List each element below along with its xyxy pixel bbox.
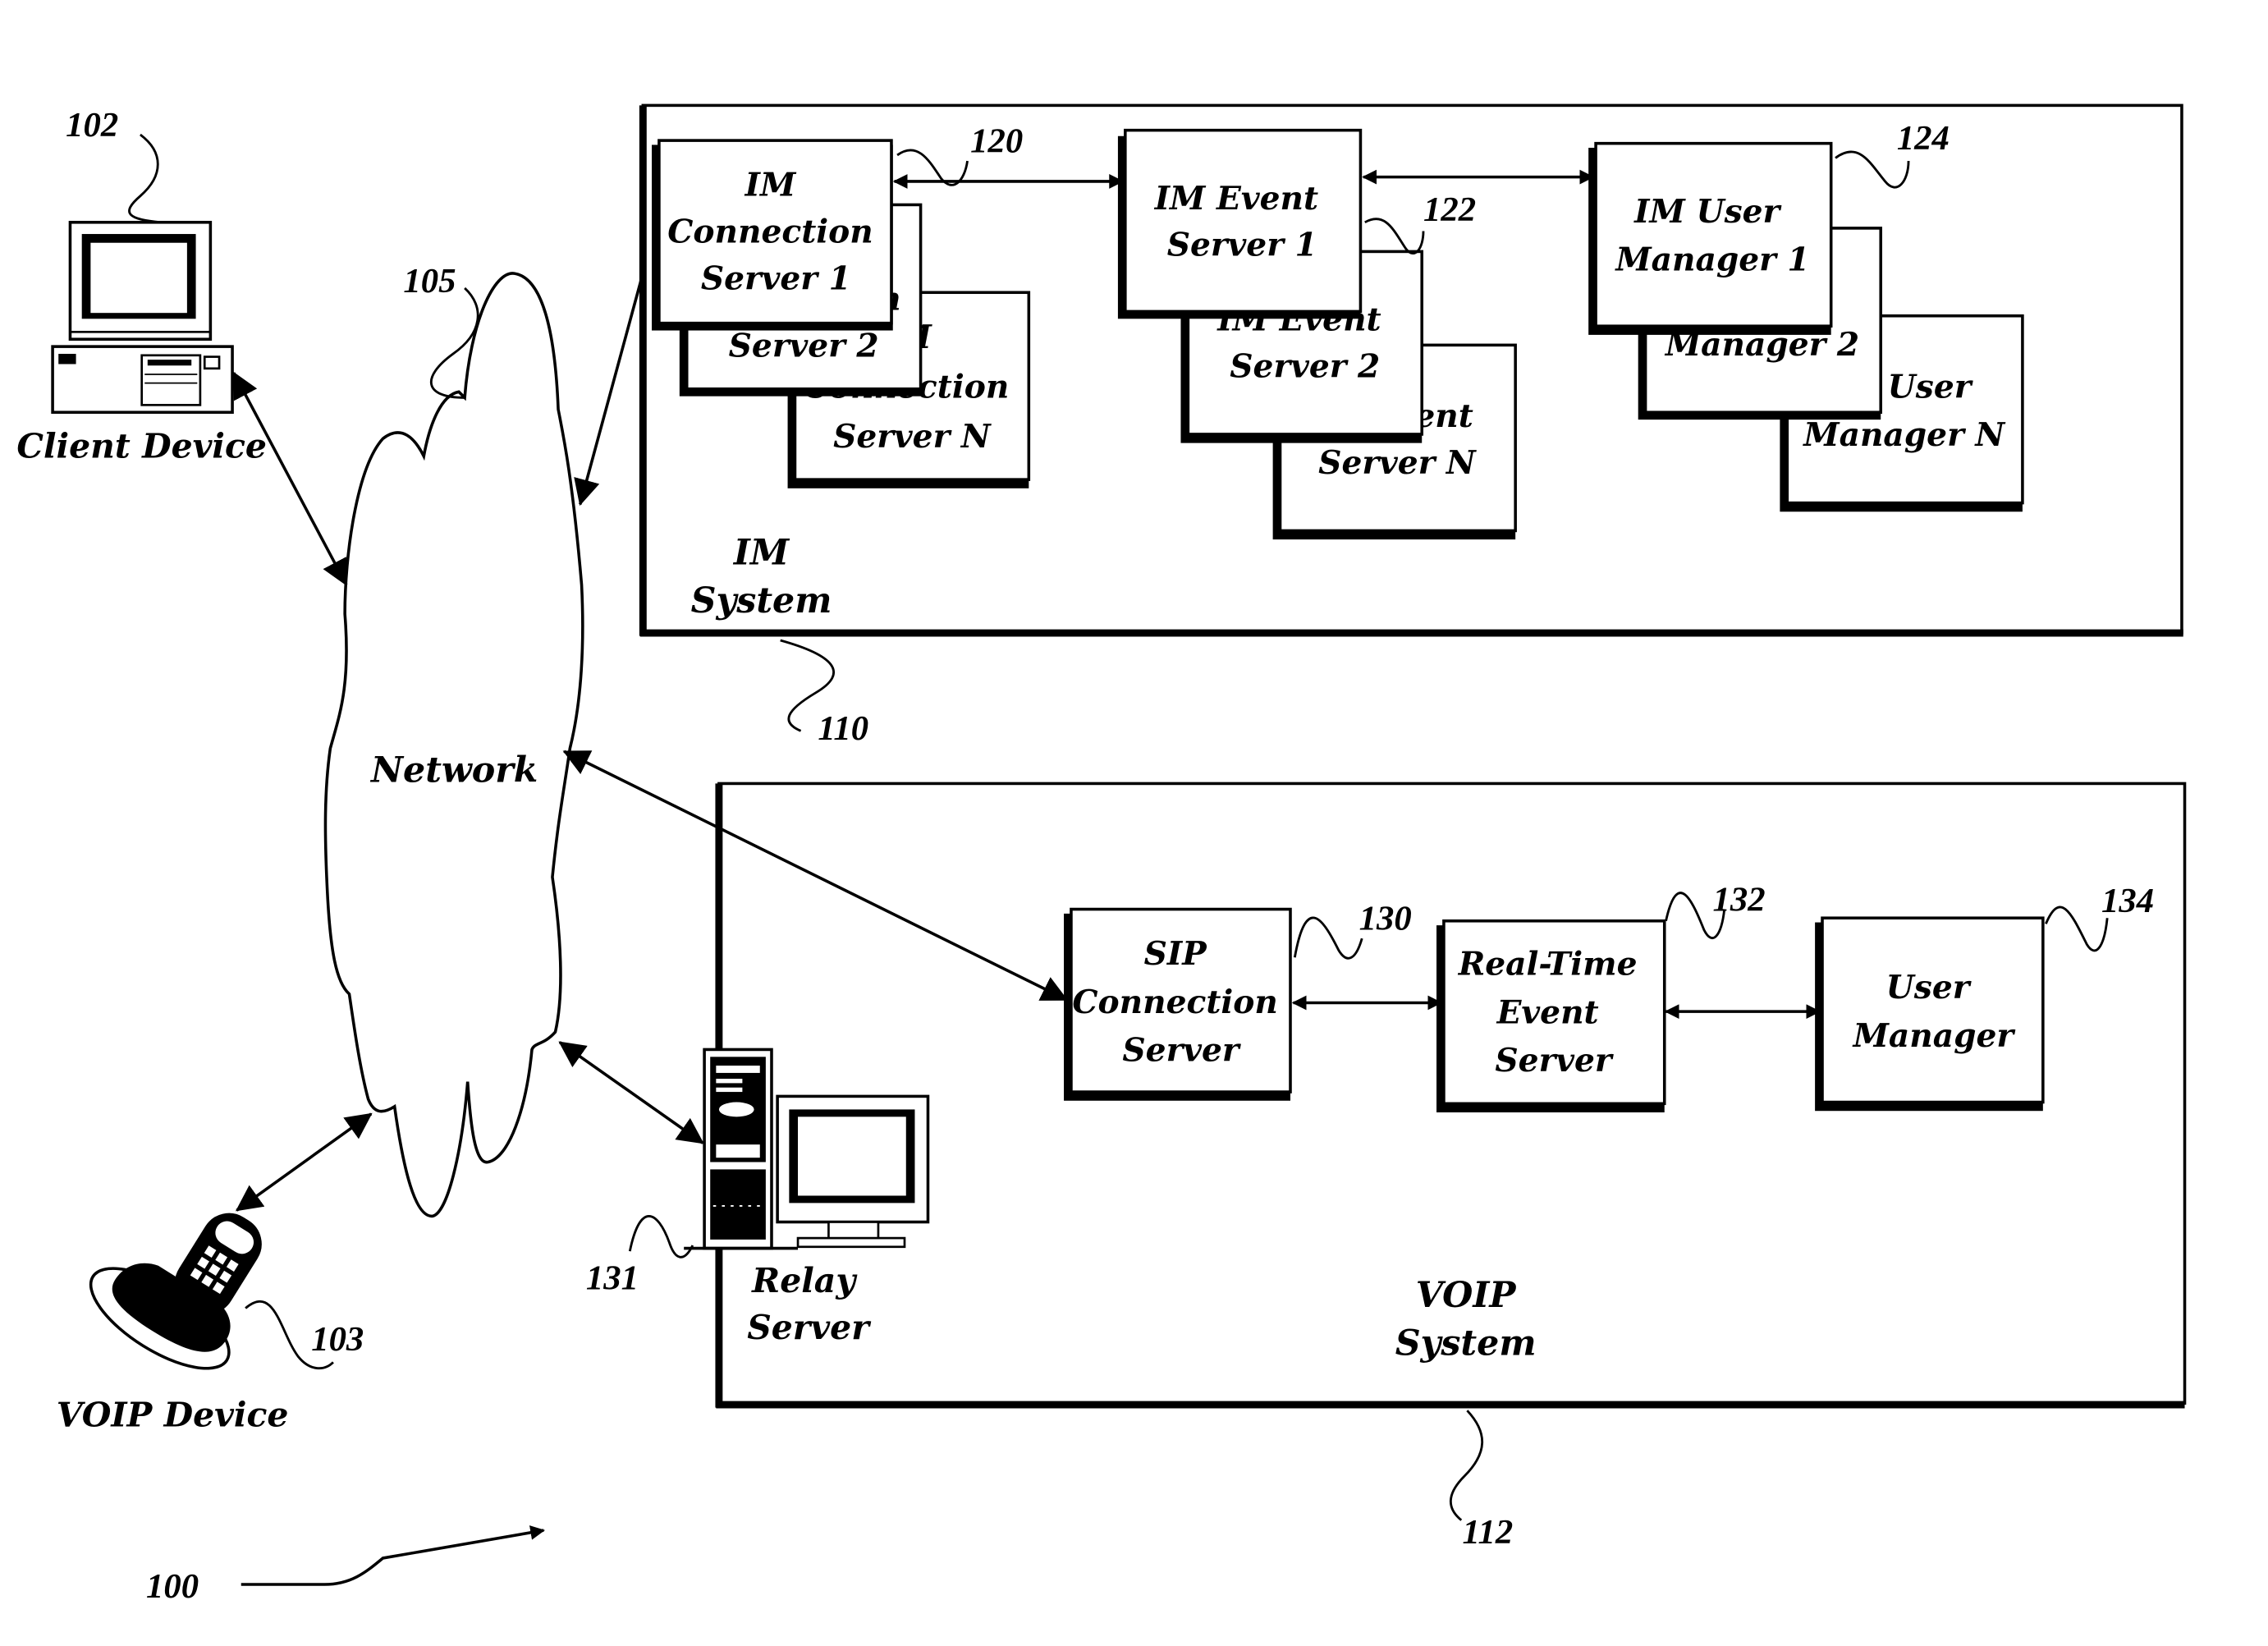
- network-label: Network: [369, 750, 538, 791]
- client-ref-leader: [128, 133, 161, 224]
- relay-server-label-1: Relay: [751, 1261, 858, 1300]
- network-relay-link: [558, 1041, 704, 1144]
- voip-system-ref: 112: [1462, 1513, 1513, 1552]
- im-connection-ref: 120: [970, 122, 1023, 160]
- relay-server-ref: 131: [586, 1259, 639, 1297]
- user-manager-line1: User: [1886, 969, 1972, 1006]
- im-user-manager-1-line2: Manager 1: [1614, 241, 1809, 279]
- network-im-link: [574, 267, 646, 507]
- voip-system-ref-leader: [1449, 1410, 1484, 1521]
- im-connection-server-n-line3: Server N: [833, 418, 992, 456]
- figure-ref: 100: [146, 1567, 199, 1606]
- im-connection-server-1[interactable]: IM Connection Server 1: [652, 139, 893, 331]
- voip-network-link: [235, 1112, 373, 1212]
- figure-ref-arrow: [241, 1525, 546, 1586]
- sip-server-line3: Server: [1122, 1032, 1240, 1070]
- event-server-line1: Real-Time: [1458, 946, 1638, 983]
- figure-reference: 100: [146, 1525, 546, 1606]
- im-connection-server-1-line3: Server 1: [701, 260, 851, 298]
- im-event-server-2-line2: Server 2: [1230, 348, 1380, 386]
- mobile-phone-icon: [89, 1213, 262, 1370]
- im-connection-server-1-line1: IM: [745, 167, 797, 204]
- im-user-manager-1-line1: IM User: [1633, 193, 1781, 231]
- voip-device-ref: 103: [311, 1320, 364, 1359]
- client-network-link: [232, 371, 348, 586]
- event-server-line2: Event: [1496, 993, 1599, 1031]
- relay-server-label-2: Server: [747, 1308, 872, 1347]
- relay-ref-leader: [628, 1215, 694, 1259]
- user-manager-line2: Manager: [1852, 1017, 2016, 1055]
- im-system-ref: 110: [818, 709, 868, 748]
- client-device-ref: 102: [66, 106, 118, 144]
- im-connection-server-1-line2: Connection: [667, 213, 873, 251]
- network-ref: 105: [403, 262, 456, 300]
- client-device-label: Client Device: [16, 426, 267, 465]
- sip-server-ref: 130: [1359, 899, 1412, 938]
- event-server-line3: Server: [1495, 1042, 1613, 1080]
- voip-system: VOIP System 112 SIP Connection Server 13…: [715, 782, 2187, 1552]
- im-event-server-1-line1: IM Event: [1154, 180, 1318, 218]
- user-manager-ref: 134: [2101, 882, 2154, 920]
- im-event-server-1-line2: Server 1: [1167, 227, 1317, 264]
- im-event-server-n-line2: Server N: [1318, 444, 1478, 482]
- im-user-manager-1[interactable]: IM User Manager 1: [1588, 141, 1833, 335]
- system-diagram: Network 105 Client Device 102 VOIP Devic…: [16, 103, 2187, 1606]
- im-connection-server-2-line3: Server 2: [729, 328, 879, 365]
- sip-server-line1: SIP: [1144, 935, 1208, 973]
- user-manager[interactable]: User Manager: [1815, 916, 2045, 1112]
- event-server-ref: 132: [1712, 880, 1765, 919]
- im-event-server-1[interactable]: IM Event Server 1: [1117, 128, 1363, 319]
- client-device[interactable]: Client Device 102: [16, 106, 267, 466]
- desktop-computer-icon: [51, 221, 234, 415]
- voip-device[interactable]: VOIP Device 103: [57, 1167, 364, 1435]
- voip-system-label-1: VOIP: [1416, 1275, 1518, 1316]
- im-system-label-2: System: [691, 580, 832, 621]
- sip-server-line2: Connection: [1072, 983, 1278, 1021]
- voip-device-label: VOIP Device: [57, 1396, 289, 1435]
- im-user-manager-n-line2: Manager N: [1802, 416, 2006, 454]
- sip-connection-server[interactable]: SIP Connection Server: [1064, 907, 1292, 1101]
- im-user-manager-ref: 124: [1897, 119, 1950, 158]
- voip-system-label-2: System: [1395, 1323, 1537, 1364]
- im-system-label-1: IM: [733, 532, 790, 573]
- tower-server-icon: [703, 1048, 773, 1250]
- network-cloud: Network 105: [323, 262, 584, 1218]
- cloud-icon: [323, 272, 584, 1218]
- real-time-event-server[interactable]: Real-Time Event Server: [1436, 919, 1666, 1112]
- im-event-ref: 122: [1423, 190, 1476, 229]
